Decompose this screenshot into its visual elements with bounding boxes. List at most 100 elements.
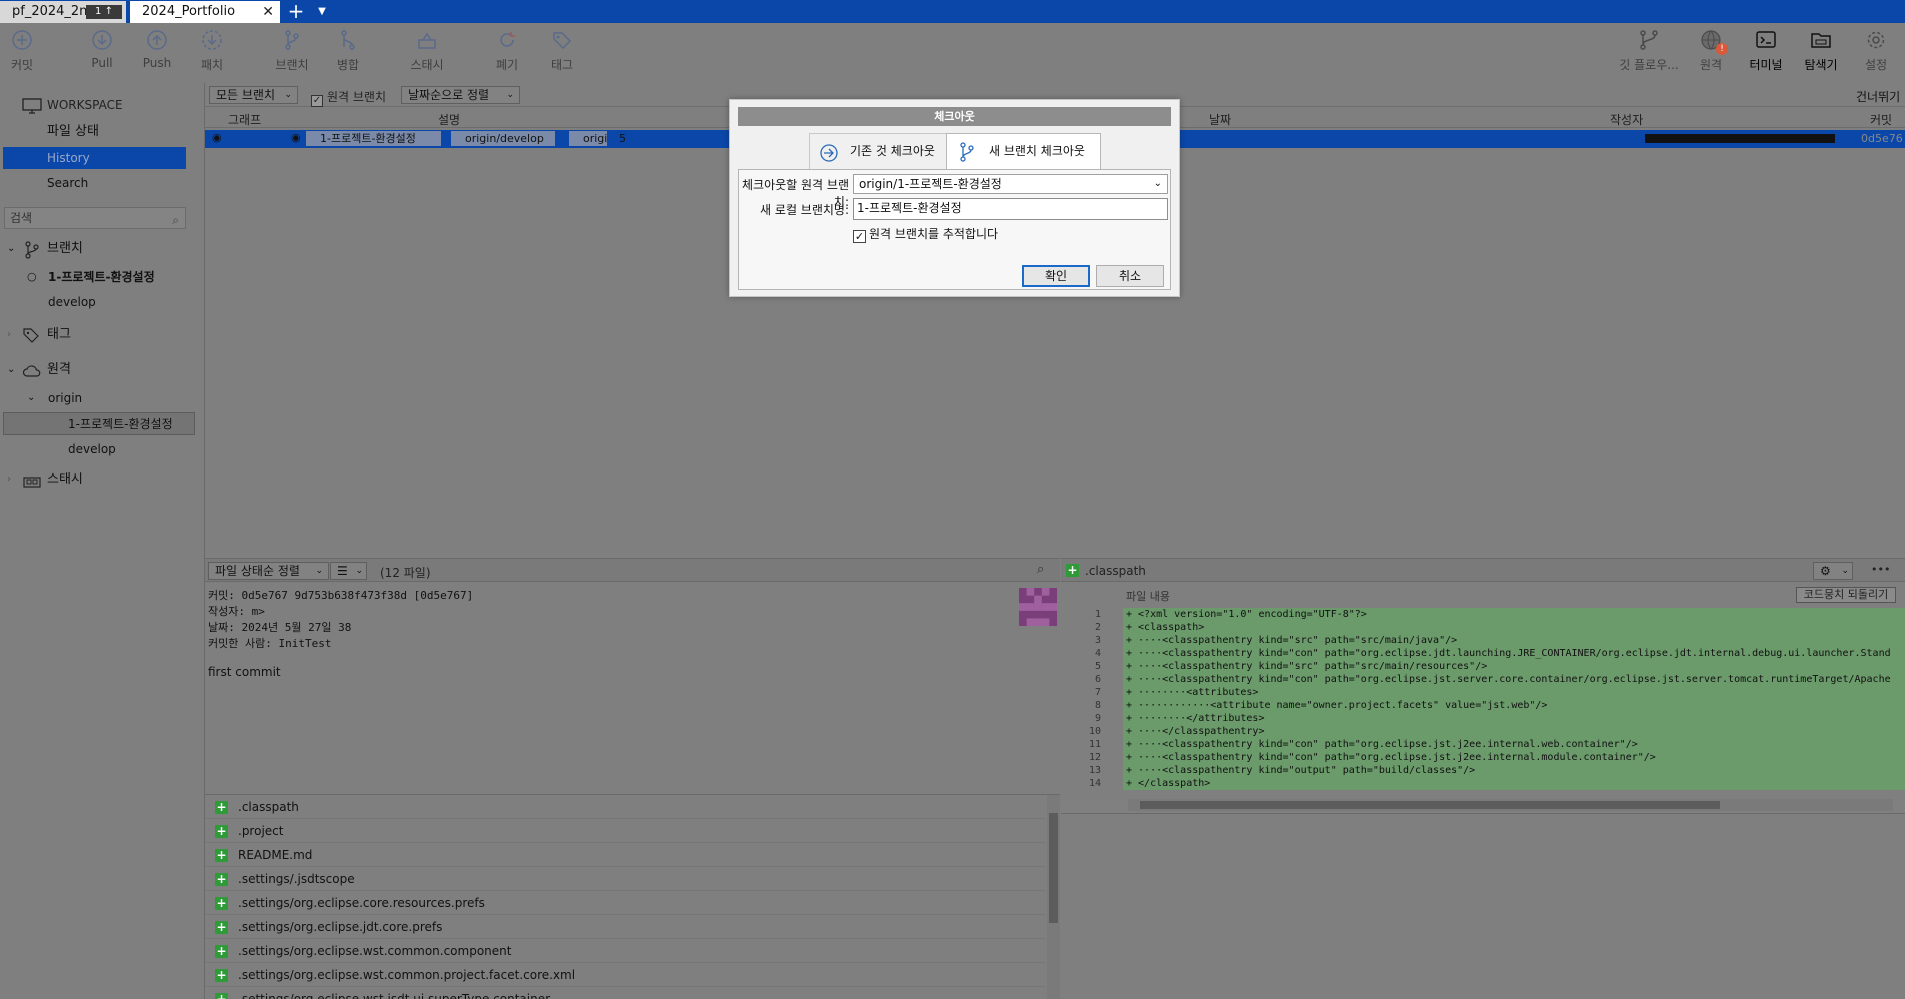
- line-code: + ····<classpathentry kind="con" path="o…: [1123, 738, 1905, 751]
- sidebar-item-remote-origin[interactable]: ⌄ origin: [0, 387, 205, 409]
- file-row[interactable]: + .settings/org.eclipse.jdt.core.prefs: [205, 915, 1045, 939]
- file-name: .project: [238, 824, 284, 838]
- chevron-down-icon: ⌄: [284, 90, 292, 100]
- scrollbar-thumb[interactable]: [1049, 813, 1058, 923]
- sidebar-item-remote-branch-selected[interactable]: 1-프로젝트-환경설정: [3, 412, 195, 435]
- ok-button[interactable]: 확인: [1022, 265, 1090, 287]
- column-commit[interactable]: 커밋: [1870, 111, 1892, 128]
- chevron-down-icon: ⌄: [506, 90, 514, 100]
- column-graph[interactable]: 그래프: [228, 111, 261, 128]
- stash-button[interactable]: 스태시: [392, 29, 462, 73]
- view-mode-dropdown[interactable]: ☰ ⌄: [330, 562, 367, 580]
- chevron-down-icon: ⌄: [1153, 178, 1162, 189]
- scrollbar-thumb[interactable]: [1140, 801, 1720, 809]
- sidebar-tags-header[interactable]: › 태그: [0, 324, 205, 346]
- skip-label[interactable]: 건너뛰기: [1856, 88, 1900, 105]
- dialog-title: 체크아웃: [738, 107, 1171, 126]
- file-name: README.md: [238, 848, 313, 862]
- file-row[interactable]: + .settings/org.eclipse.core.resources.pr…: [205, 891, 1045, 915]
- track-remote-checkbox[interactable]: ✓ 원격 브랜치를 추적합니다: [853, 225, 998, 243]
- search-icon: ⌕: [172, 213, 179, 227]
- sidebar-remotes-header[interactable]: ⌄ 원격: [0, 359, 205, 381]
- more-icon[interactable]: •••: [1871, 563, 1890, 576]
- column-date[interactable]: 날짜: [1209, 111, 1231, 128]
- diff-settings-dropdown[interactable]: ⚙ ⌄: [1813, 562, 1853, 580]
- close-icon[interactable]: ✕: [262, 1, 274, 23]
- sidebar-header-label: 태그: [47, 327, 71, 342]
- sidebar-item-branch-develop[interactable]: develop: [0, 291, 205, 313]
- file-list-scrollbar[interactable]: [1047, 795, 1060, 999]
- file-row[interactable]: + .settings/org.eclipse.wst.common.projec…: [205, 963, 1045, 987]
- sidebar-item-history[interactable]: History: [3, 147, 186, 169]
- chevron-right-icon: ›: [7, 474, 11, 485]
- line-code: + ········</attributes>: [1123, 712, 1905, 725]
- column-description[interactable]: 설명: [438, 111, 460, 128]
- column-author[interactable]: 작성자: [1610, 111, 1643, 128]
- local-branch-name-input[interactable]: 1-프로젝트-환경설정: [853, 198, 1168, 220]
- tab-checkout-existing[interactable]: 기존 것 체크아웃: [809, 133, 947, 170]
- line-code: + ····<classpathentry kind="src" path="s…: [1123, 660, 1905, 673]
- file-sort-dropdown[interactable]: 파일 상태순 정렬 ⌄: [208, 562, 329, 580]
- sidebar-item-remote-branch-develop[interactable]: develop: [0, 438, 205, 460]
- sidebar-item-label: 파일 상태: [47, 124, 99, 139]
- chevron-down-icon: ⌄: [1841, 566, 1849, 576]
- discard-label: 폐기: [495, 58, 519, 72]
- line-code: + ····<classpathentry kind="con" path="o…: [1123, 751, 1905, 764]
- author-redacted: [1645, 134, 1835, 143]
- tab-bar: pf_2024_2nd 1 ↑ 2024_Portfolio ✕ + ▼: [0, 0, 1905, 23]
- commit-details: 커밋: 0d5e767 9d753b638f473f38d [0d5e767] …: [205, 582, 1060, 794]
- tab-pf-2024[interactable]: pf_2024_2nd 1 ↑: [0, 1, 126, 23]
- terminal-label: 터미널: [1749, 58, 1783, 72]
- file-name: .settings/org.eclipse.jdt.core.prefs: [238, 920, 443, 934]
- sidebar-workspace-header: WORKSPACE: [0, 94, 205, 116]
- sidebar-item-search[interactable]: Search: [0, 172, 205, 194]
- revert-hunk-button[interactable]: 코드뭉치 되돌리기: [1796, 587, 1896, 603]
- commit-button[interactable]: 커밋: [0, 29, 57, 73]
- file-row[interactable]: + .settings/org.eclipse.wst.jsdt.ui.super…: [205, 987, 1045, 999]
- tag-button[interactable]: 태그: [527, 29, 597, 73]
- diff-empty-area: [1061, 813, 1905, 999]
- file-row[interactable]: + README.md: [205, 843, 1045, 867]
- remote-tag-label: origi: [569, 131, 607, 146]
- file-row[interactable]: + .classpath: [205, 795, 1045, 819]
- dropdown-value: 모든 브랜치: [216, 88, 276, 102]
- added-icon: +: [215, 920, 228, 934]
- chevron-down-icon[interactable]: ▼: [312, 0, 332, 23]
- sidebar-search-input[interactable]: 검색 ⌕: [4, 207, 186, 229]
- patch-button[interactable]: 패치: [177, 29, 247, 73]
- file-name: .classpath: [238, 800, 299, 814]
- chevron-down-icon: ⌄: [355, 566, 363, 576]
- line-code: + ············<attribute name="owner.pro…: [1123, 699, 1905, 712]
- branch-filter-dropdown[interactable]: 모든 브랜치 ⌄: [209, 86, 298, 104]
- added-icon: +: [215, 800, 228, 814]
- remote-branches-checkbox[interactable]: ✓ 원격 브랜치: [311, 88, 386, 107]
- merge-label: 병합: [336, 58, 360, 72]
- file-row[interactable]: + .project: [205, 819, 1045, 843]
- sidebar-stash-header[interactable]: › 스태시: [0, 469, 205, 491]
- file-row[interactable]: + .settings/org.eclipse.wst.common.compon…: [205, 939, 1045, 963]
- sidebar-branches-header[interactable]: ⌄ 브랜치: [0, 238, 205, 260]
- search-icon[interactable]: ⌕: [1037, 562, 1044, 577]
- tab-checkout-new-branch[interactable]: 새 브랜치 체크아웃: [946, 133, 1101, 170]
- patch-icon: [202, 30, 222, 50]
- diff-horizontal-scrollbar[interactable]: [1128, 799, 1893, 811]
- file-row[interactable]: + .settings/.jsdtscope: [205, 867, 1045, 891]
- sidebar-header-label: 스태시: [47, 472, 83, 487]
- ahead-badge: 1 ↑: [86, 5, 122, 19]
- tab-2024-portfolio[interactable]: 2024_Portfolio ✕: [130, 1, 280, 23]
- sidebar-item-branch-current[interactable]: ○ 1-프로젝트-환경설정: [0, 266, 205, 288]
- monitor-icon: [22, 98, 42, 114]
- merge-button[interactable]: 병합: [313, 29, 383, 73]
- tab-label: 새 브랜치 체크아웃: [989, 144, 1085, 158]
- sort-dropdown[interactable]: 날짜순으로 정렬 ⌄: [401, 86, 520, 104]
- branch-icon: [25, 241, 39, 259]
- file-content-label: 파일 내용: [1126, 590, 1170, 603]
- line-code: + ····<classpathentry kind="con" path="o…: [1123, 673, 1905, 686]
- cancel-button[interactable]: 취소: [1096, 265, 1164, 287]
- settings-button[interactable]: 설정: [1841, 29, 1905, 73]
- branch-icon: [285, 30, 299, 50]
- remote-branch-select[interactable]: origin/1-프로젝트-환경설정 ⌄: [853, 174, 1168, 194]
- file-list-toolbar: 파일 상태순 정렬 ⌄ ☰ ⌄ (12 파일) ⌕: [205, 558, 1060, 582]
- add-tab-button[interactable]: +: [284, 0, 308, 23]
- sidebar-item-file-status[interactable]: 파일 상태: [0, 121, 205, 143]
